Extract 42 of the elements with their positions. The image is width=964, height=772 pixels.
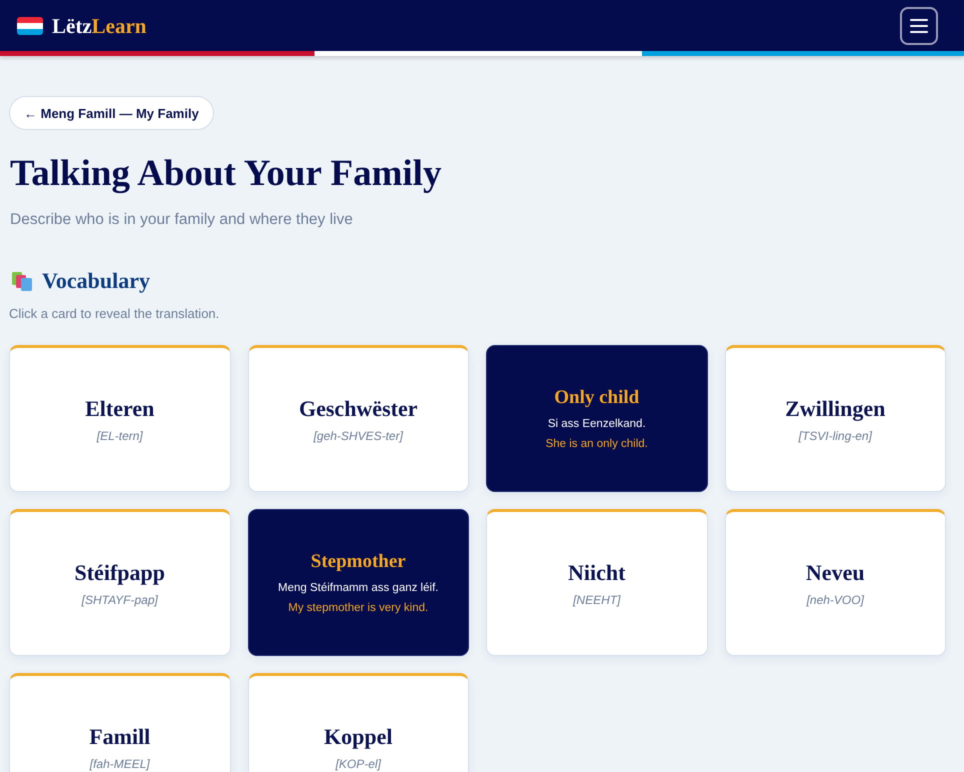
section-heading: Vocabulary xyxy=(42,267,150,295)
vocab-card[interactable]: Niicht [NEEHT] xyxy=(486,509,708,656)
card-word: Geschwëster xyxy=(298,395,418,423)
card-word: Stéifpapp xyxy=(74,559,165,587)
card-example-translation: She is an only child. xyxy=(546,436,648,452)
vocab-card[interactable]: Geschwëster [geh-SHVES-ter] xyxy=(248,345,469,492)
card-word: Neveu xyxy=(806,559,865,587)
card-example-translation: My stepmother is very kind. xyxy=(288,600,428,616)
books-icon xyxy=(12,272,34,290)
menu-icon xyxy=(910,18,928,32)
vocab-card[interactable]: Zwillingen [TSVI-ling-en] xyxy=(724,345,946,492)
card-word: Zwillingen xyxy=(785,395,886,423)
card-word: Niicht xyxy=(568,559,626,587)
card-example: Si ass Eenzelkand. xyxy=(548,416,646,432)
card-word: Elteren xyxy=(85,395,154,423)
card-pronunciation: [SHTAYF-pap] xyxy=(82,592,158,608)
vocab-card[interactable]: Neveu [neh-VOO] xyxy=(724,509,946,656)
back-link-button[interactable]: ← Meng Famill — My Family xyxy=(9,96,214,130)
page-title: Talking About Your Family xyxy=(10,152,442,196)
card-pronunciation: [fah-MEEL] xyxy=(90,756,150,772)
vocab-card[interactable]: Elteren [EL-tern] xyxy=(9,345,230,492)
vocab-card[interactable]: Stéifpapp [SHTAYF-pap] xyxy=(9,509,230,656)
card-pronunciation: [neh-VOO] xyxy=(806,592,864,608)
card-word: Koppel xyxy=(324,723,392,751)
card-pronunciation: [EL-tern] xyxy=(96,428,143,444)
card-pronunciation: [KOP-el] xyxy=(336,756,381,772)
logo-text[interactable]: LëtzLearn xyxy=(52,14,146,38)
vocab-card[interactable]: Koppel [KOP-el] xyxy=(248,673,469,772)
page-subtitle: Describe who is in your family and where they live xyxy=(10,210,354,230)
vocab-card[interactable]: Only child Si ass Eenzelkand. She is an only child. xyxy=(486,345,708,492)
card-pronunciation: [geh-SHVES-ter] xyxy=(314,428,403,444)
vocab-card[interactable]: Famill [fah-MEEL] xyxy=(9,673,230,772)
menu-button[interactable] xyxy=(900,6,938,44)
flag-icon xyxy=(17,16,43,34)
card-word: Famill xyxy=(89,723,150,751)
card-translation: Stepmother xyxy=(310,550,406,574)
card-pronunciation: [TSVI-ling-en] xyxy=(798,428,872,444)
card-translation: Only child xyxy=(554,386,640,410)
vocab-card[interactable]: Stepmother Meng Stéifmamm ass ganz léif. My stepmother is very kind. xyxy=(248,509,469,656)
card-pronunciation: [NEEHT] xyxy=(573,592,620,608)
hint-text: Click a card to reveal the translation. xyxy=(9,305,220,323)
card-example: Meng Stéifmamm ass ganz léif. xyxy=(278,580,438,596)
